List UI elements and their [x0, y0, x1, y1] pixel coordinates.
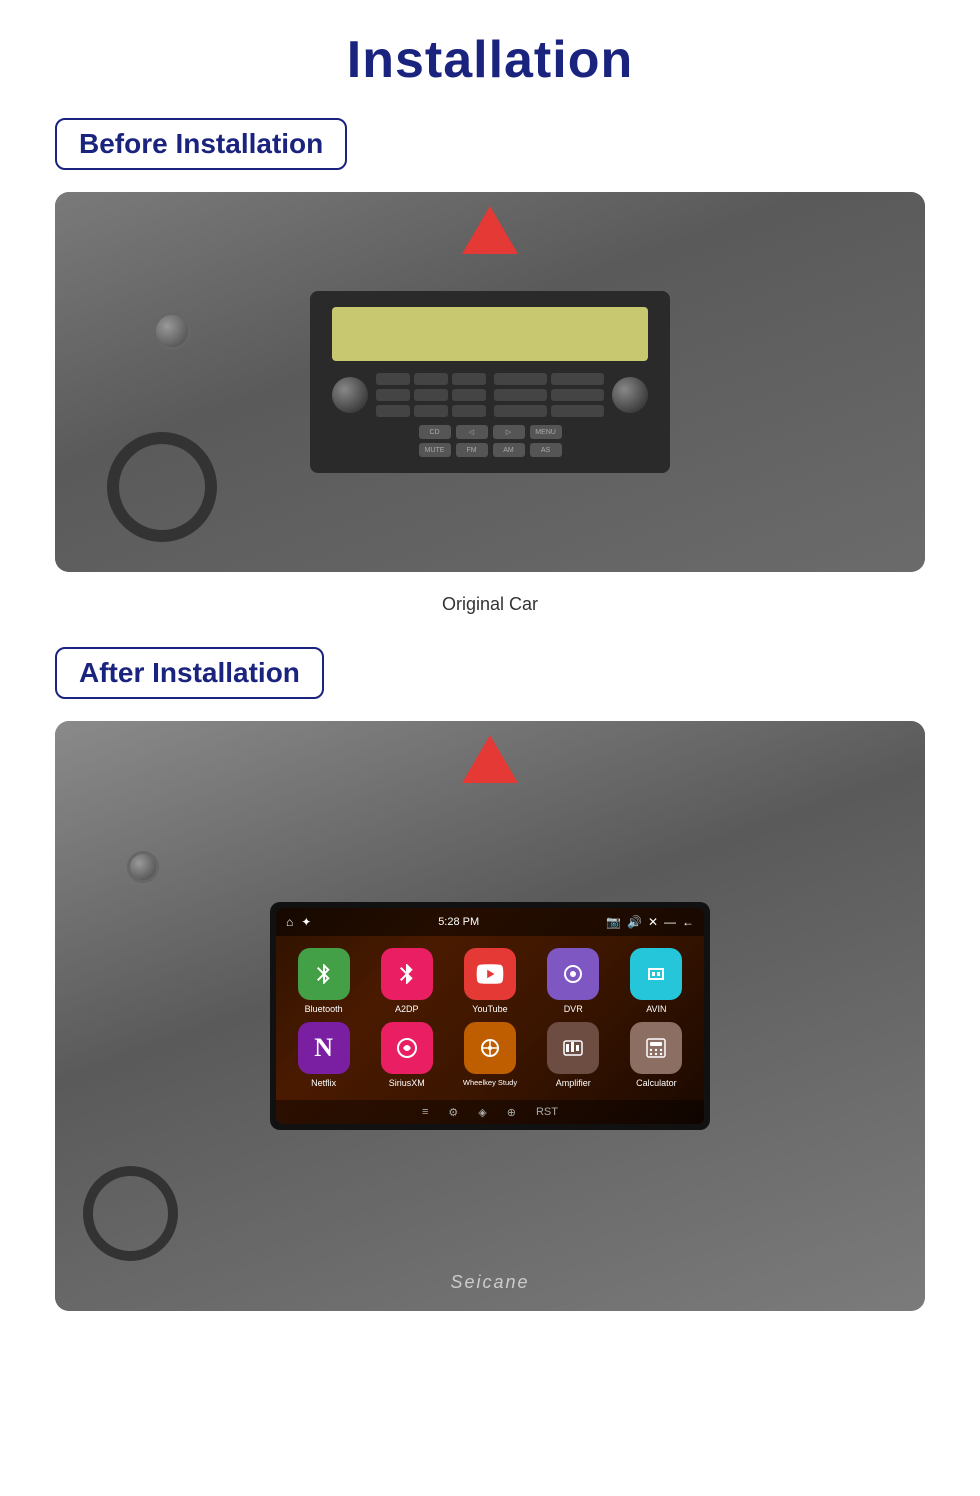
after-installation-image: ⌂ ✦ 5:28 PM 📷 🔊 ✕ — ← — [55, 721, 925, 1311]
nav-icon[interactable]: ✦ — [301, 915, 311, 929]
app-youtube[interactable]: YouTube — [452, 948, 527, 1014]
media-buttons: CD ◁ ▷ MENU — [332, 425, 648, 439]
radio-display — [332, 307, 648, 361]
after-triangle-indicator — [462, 735, 518, 783]
minus-status-icon: — — [664, 915, 676, 929]
bottom-bar: ≡ ⚙ ◈ ⊕ RST — [276, 1100, 704, 1124]
original-car-visual: CD ◁ ▷ MENU MUTE FM AM AS — [55, 192, 925, 572]
android-unit: ⌂ ✦ 5:28 PM 📷 🔊 ✕ — ← — [270, 902, 710, 1130]
page-container: Installation Before Installation — [0, 0, 980, 1355]
sound-status-icon: 🔊 — [627, 915, 642, 929]
app-wheelkey[interactable]: Wheelkey Study — [452, 1022, 527, 1088]
calculator-icon — [630, 1022, 682, 1074]
page-title: Installation — [55, 30, 925, 90]
siriusxm-icon — [381, 1022, 433, 1074]
home-icon[interactable]: ⌂ — [286, 915, 293, 929]
bottom-icon-3[interactable]: ◈ — [478, 1106, 486, 1119]
triangle-indicator — [462, 206, 518, 254]
siriusxm-label: SiriusXM — [389, 1078, 425, 1088]
original-dashboard-unit: CD ◁ ▷ MENU MUTE FM AM AS — [310, 291, 670, 473]
dvr-label: DVR — [564, 1004, 583, 1014]
app-netflix[interactable]: N Netflix — [286, 1022, 361, 1088]
seicane-logo: Seicane — [450, 1272, 529, 1293]
bluetooth-label: Bluetooth — [305, 1004, 343, 1014]
app-amplifier[interactable]: Amplifier — [536, 1022, 611, 1088]
ignition-switch — [153, 312, 191, 350]
x-status-icon: ✕ — [648, 915, 658, 929]
bluetooth-icon — [298, 948, 350, 1000]
app-bluetooth[interactable]: Bluetooth — [286, 948, 361, 1014]
app-dvr[interactable]: DVR — [536, 948, 611, 1014]
amplifier-icon — [547, 1022, 599, 1074]
avin-icon — [630, 948, 682, 1000]
camera-status-icon: 📷 — [606, 915, 621, 929]
netflix-label: Netflix — [311, 1078, 336, 1088]
status-bar-right: 📷 🔊 ✕ — ← — [606, 915, 694, 929]
a2dp-label: A2DP — [395, 1004, 419, 1014]
right-knob — [612, 377, 648, 413]
status-bar: ⌂ ✦ 5:28 PM 📷 🔊 ✕ — ← — [276, 908, 704, 936]
app-a2dp[interactable]: A2DP — [369, 948, 444, 1014]
bottom-icon-4[interactable]: ⊕ — [507, 1106, 516, 1119]
radio-buttons: MUTE FM AM AS — [332, 443, 648, 457]
after-installation-badge: After Installation — [55, 647, 324, 699]
after-ignition-switch — [127, 851, 159, 883]
app-avin[interactable]: AVIN — [619, 948, 694, 1014]
status-bar-left: ⌂ ✦ — [286, 915, 311, 929]
bottom-icon-2[interactable]: ⚙ — [448, 1106, 458, 1119]
back-status-icon: ← — [682, 915, 694, 929]
calculator-label: Calculator — [636, 1078, 677, 1088]
button-group-right — [494, 373, 604, 417]
wheelkey-label: Wheelkey Study — [463, 1078, 517, 1087]
wheelkey-icon — [464, 1022, 516, 1074]
steering-wheel — [107, 432, 217, 542]
avin-label: AVIN — [646, 1004, 666, 1014]
apps-grid: Bluetooth A2DP YouTube — [276, 936, 704, 1100]
after-car-visual: ⌂ ✦ 5:28 PM 📷 🔊 ✕ — ← — [55, 721, 925, 1311]
button-group — [376, 373, 486, 417]
app-siriusxm[interactable]: SiriusXM — [369, 1022, 444, 1088]
dvr-icon — [547, 948, 599, 1000]
youtube-icon — [464, 948, 516, 1000]
bottom-icon-1[interactable]: ≡ — [422, 1106, 428, 1118]
app-calculator[interactable]: Calculator — [619, 1022, 694, 1088]
original-caption: Original Car — [55, 594, 925, 615]
a2dp-icon — [381, 948, 433, 1000]
youtube-label: YouTube — [472, 1004, 507, 1014]
amplifier-label: Amplifier — [556, 1078, 591, 1088]
after-steering-wheel — [83, 1166, 178, 1261]
android-screen: ⌂ ✦ 5:28 PM 📷 🔊 ✕ — ← — [276, 908, 704, 1124]
status-time: 5:28 PM — [438, 916, 479, 928]
netflix-icon: N — [298, 1022, 350, 1074]
left-knob — [332, 377, 368, 413]
bottom-icon-5[interactable]: RST — [536, 1106, 558, 1118]
before-installation-image: CD ◁ ▷ MENU MUTE FM AM AS — [55, 192, 925, 572]
before-installation-badge: Before Installation — [55, 118, 347, 170]
